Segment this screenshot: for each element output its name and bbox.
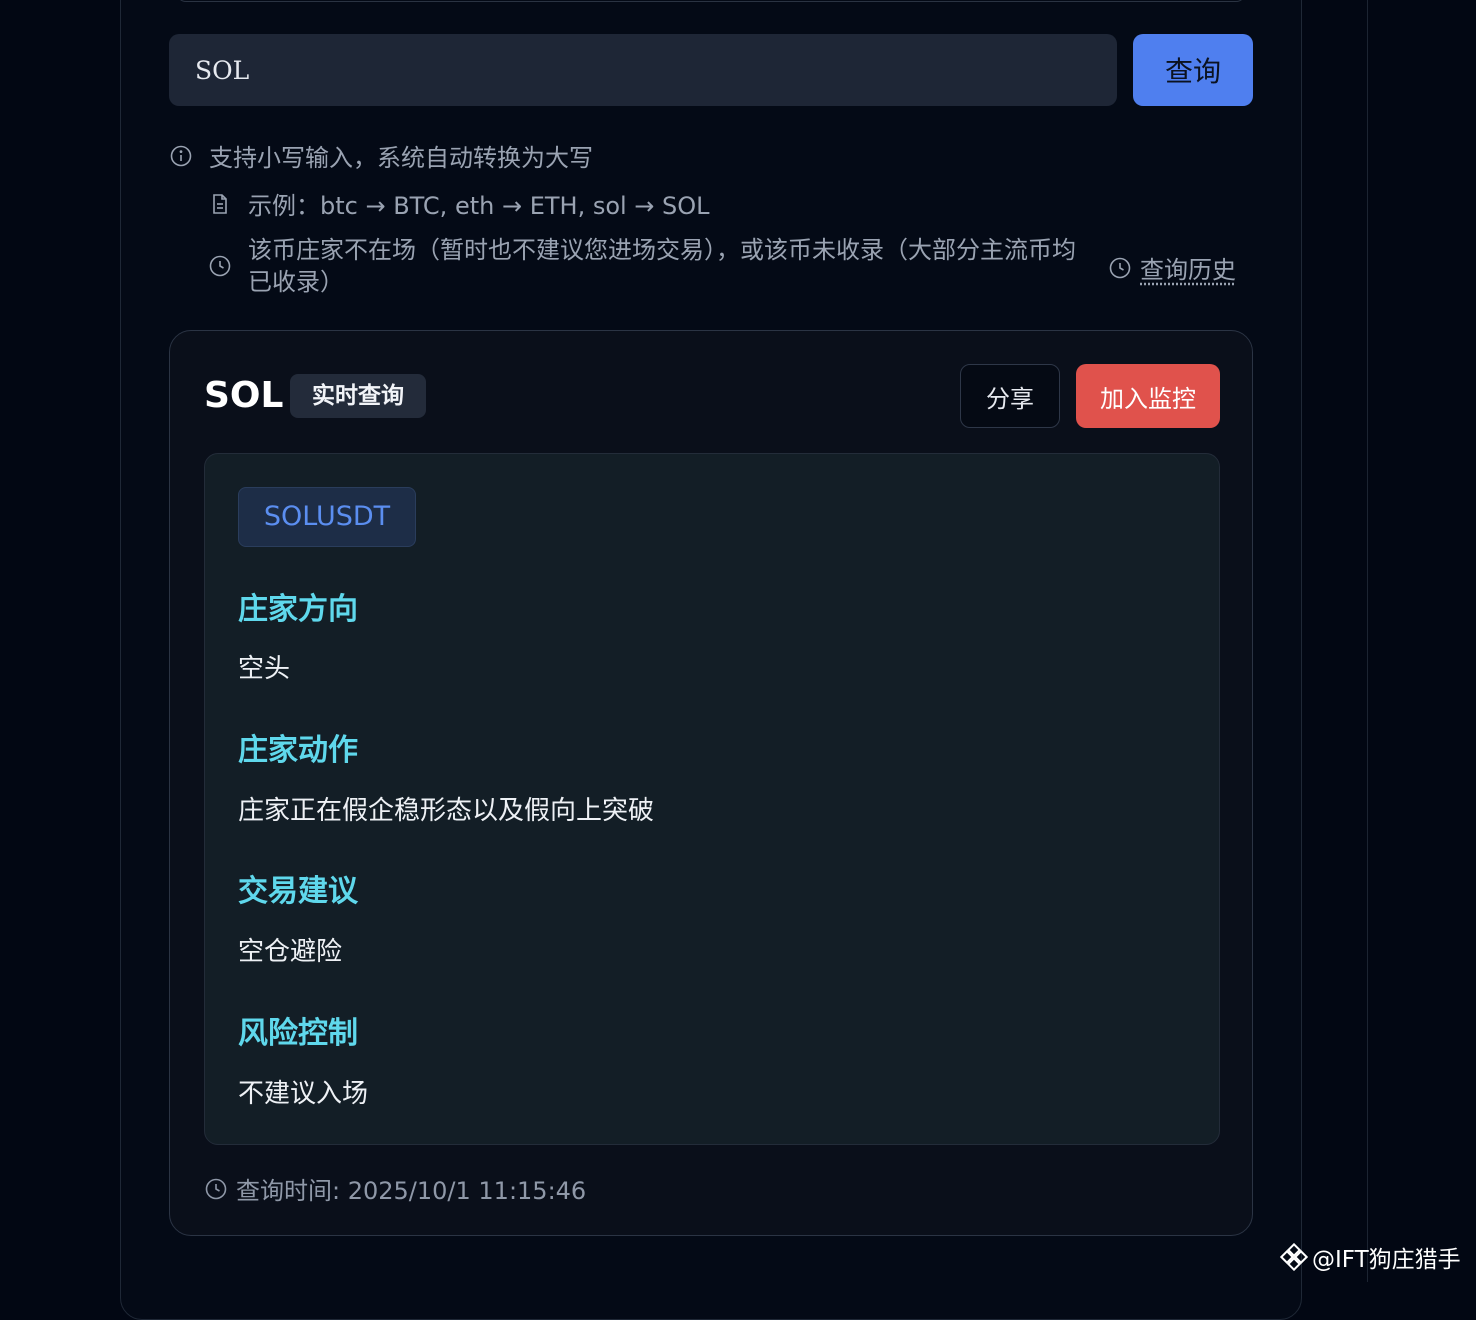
info-circle-icon (169, 144, 193, 168)
scrollbar-track[interactable] (1367, 0, 1368, 1282)
watermark: @IFT狗庄猎手 (1280, 1240, 1461, 1274)
section-value-risk: 不建议入场 (238, 1079, 369, 1109)
hint-example: 示例：btc → BTC, eth → ETH, sol → SOL (208, 186, 710, 221)
clock-icon (208, 254, 232, 278)
watermark-text: @IFT狗庄猎手 (1312, 1247, 1461, 1273)
realtime-badge: 实时查询 (290, 374, 426, 418)
query-history-link[interactable]: 查询历史 (1108, 250, 1236, 285)
hint-not-listed: 该币庄家不在场（暂时也不建议您进场交易），或该币未收录（大部分主流币均已收录） (208, 234, 1088, 298)
section-title-action: 庄家动作 (238, 733, 358, 768)
history-clock-icon (1108, 256, 1132, 280)
coin-symbol-title: SOL (204, 375, 284, 416)
section-value-direction: 空头 (238, 654, 291, 684)
trading-pair-chip: SOLUSDT (238, 487, 416, 547)
analysis-detail-box: SOLUSDT 庄家方向 空头 庄家动作 庄家正在假企稳形态以及假向上突破 交易… (204, 453, 1220, 1145)
query-history-label: 查询历史 (1140, 256, 1236, 284)
hint-example-text: 示例：btc → BTC, eth → ETH, sol → SOL (248, 192, 710, 220)
section-title-risk: 风险控制 (238, 1016, 358, 1051)
add-monitor-button[interactable]: 加入监控 (1076, 364, 1220, 428)
hint-lowercase: 支持小写输入，系统自动转换为大写 (169, 138, 593, 173)
section-title-advice: 交易建议 (238, 874, 358, 909)
section-title-direction: 庄家方向 (238, 592, 358, 627)
time-clock-icon (204, 1177, 228, 1201)
diamond-logo-icon (1280, 1243, 1308, 1271)
hint-not-listed-text: 该币庄家不在场（暂时也不建议您进场交易），或该币未收录（大部分主流币均已收录） (248, 236, 1076, 296)
section-value-advice: 空仓避险 (238, 937, 343, 967)
document-icon (208, 192, 232, 216)
section-value-action: 庄家正在假企稳形态以及假向上突破 (238, 796, 655, 826)
hint-lowercase-text: 支持小写输入，系统自动转换为大写 (209, 144, 593, 172)
top-panel-edge (176, 0, 1246, 2)
query-button[interactable]: 查询 (1133, 34, 1253, 106)
search-row: 查询 (169, 34, 1253, 106)
query-time: 查询时间: 2025/10/1 11:15:46 (204, 1171, 586, 1206)
symbol-search-input[interactable] (169, 34, 1117, 106)
share-button[interactable]: 分享 (960, 364, 1060, 428)
result-card: SOL 实时查询 分享 加入监控 SOLUSDT 庄家方向 空头 庄家动作 庄家… (169, 330, 1253, 1236)
query-time-text: 查询时间: 2025/10/1 11:15:46 (236, 1177, 587, 1205)
